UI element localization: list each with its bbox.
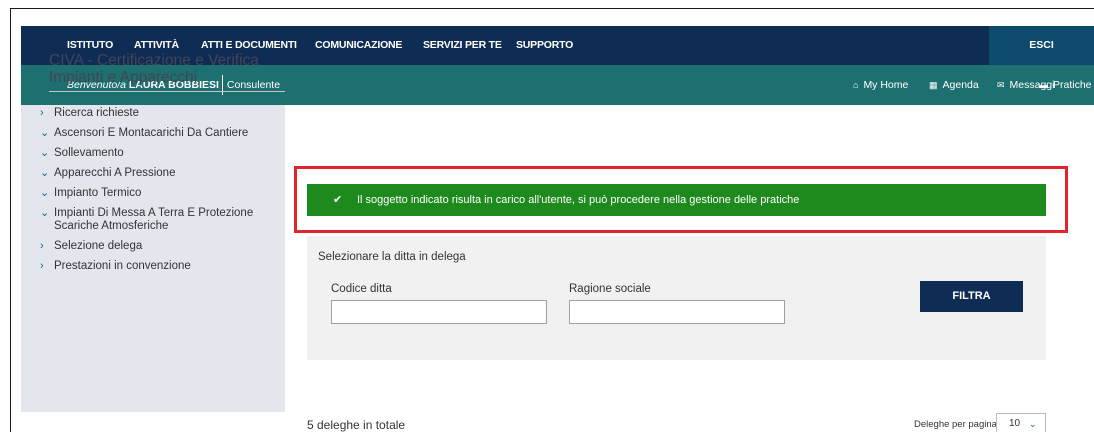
- chevron-down-icon: ⌄: [40, 127, 50, 139]
- filter-panel-title: Selezionare la ditta in delega: [318, 251, 466, 263]
- per-page-select[interactable]: 10 ⌄: [996, 413, 1046, 432]
- calendar-icon: ▦: [929, 80, 938, 90]
- sidebar-item-apparecchi-pressione[interactable]: ⌄ Apparecchi A Pressione: [40, 167, 285, 180]
- codice-ditta-input[interactable]: [331, 300, 547, 324]
- screenshot-frame-left: [10, 8, 11, 432]
- filter-button[interactable]: FILTRA: [920, 281, 1023, 312]
- chevron-down-icon: ⌄: [1029, 419, 1037, 429]
- sidebar-item-impianto-termico[interactable]: ⌄ Impianto Termico: [40, 187, 285, 200]
- sidebar-item-messa-a-terra[interactable]: ⌄ Impianti Di Messa A Terra E Protezione …: [40, 207, 285, 233]
- quick-link-label: My Home: [863, 79, 909, 91]
- sidebar-item-sollevamento[interactable]: ⌄ Sollevamento: [40, 147, 285, 160]
- sidebar-item-label: Selezione delega: [54, 240, 143, 252]
- archive-icon: ▬: [1039, 80, 1048, 90]
- logout-button[interactable]: ESCI: [989, 26, 1094, 65]
- sidebar-item-label: Impianto Termico: [54, 187, 142, 199]
- ragione-sociale-label: Ragione sociale: [569, 283, 651, 295]
- results-total: 5 deleghe in totale: [307, 418, 406, 432]
- sidebar-title: CIVA - Certificazione e Verifica Impiant…: [49, 52, 259, 86]
- sidebar-item-label: Ricerca richieste: [54, 107, 139, 119]
- chevron-down-icon: ⌄: [40, 167, 50, 179]
- nav-item-comunicazione[interactable]: COMUNICAZIONE: [315, 26, 402, 65]
- nav-item-servizi-per-te[interactable]: SERVIZI PER TE: [423, 26, 502, 65]
- chevron-down-icon: ⌄: [40, 147, 50, 159]
- codice-ditta-label: Codice ditta: [331, 283, 392, 295]
- sidebar-item-ricerca-richieste[interactable]: › Ricerca richieste: [40, 107, 285, 120]
- filter-panel: Selezionare la ditta in delega Codice di…: [307, 236, 1046, 360]
- sidebar-item-label: Prestazioni in convenzione: [54, 260, 191, 272]
- quick-link-agenda[interactable]: ▦ Agenda: [929, 65, 979, 105]
- per-page-label: Deleghe per pagina: [914, 419, 997, 430]
- check-icon: ✔: [333, 194, 343, 206]
- per-page-value: 10: [1009, 418, 1021, 429]
- home-icon: ⌂: [853, 80, 859, 90]
- chevron-right-icon: ›: [40, 260, 44, 272]
- sidebar-item-prestazioni-convenzione[interactable]: › Prestazioni in convenzione: [40, 260, 285, 273]
- sidebar-item-label: Sollevamento: [54, 147, 124, 159]
- sidebar-item-label: Apparecchi A Pressione: [54, 167, 176, 179]
- screenshot-frame-top: [10, 8, 1094, 9]
- sidebar-item-label: Ascensori E Montacarichi Da Cantiere: [54, 127, 249, 139]
- chevron-right-icon: ›: [40, 240, 44, 252]
- nav-item-supporto[interactable]: SUPPORTO: [516, 26, 573, 65]
- quick-link-pratiche[interactable]: ▬ Pratiche: [1039, 65, 1092, 105]
- quick-link-my-home[interactable]: ⌂ My Home: [853, 65, 908, 105]
- chevron-right-icon: ›: [40, 107, 44, 119]
- success-alert: ✔ Il soggetto indicato risulta in carico…: [307, 184, 1046, 216]
- ragione-sociale-input[interactable]: [569, 300, 785, 324]
- quick-link-label: Agenda: [942, 79, 979, 91]
- sidebar-item-ascensori[interactable]: ⌄ Ascensori E Montacarichi Da Cantiere: [40, 127, 285, 140]
- sidebar-menu: › Ricerca richieste ⌄ Ascensori E Montacar…: [40, 107, 285, 280]
- envelope-icon: ✉: [997, 80, 1005, 90]
- chevron-down-icon: ⌄: [40, 187, 50, 199]
- quick-link-label: Pratiche: [1053, 79, 1092, 91]
- sidebar-item-label: Impianti Di Messa A Terra E Protezione S…: [54, 207, 254, 232]
- success-alert-message: Il soggetto indicato risulta in carico a…: [357, 194, 800, 206]
- sidebar-title-divider: [49, 91, 285, 92]
- chevron-down-icon: ⌄: [40, 207, 50, 219]
- sidebar-item-selezione-delega[interactable]: › Selezione delega: [40, 240, 285, 253]
